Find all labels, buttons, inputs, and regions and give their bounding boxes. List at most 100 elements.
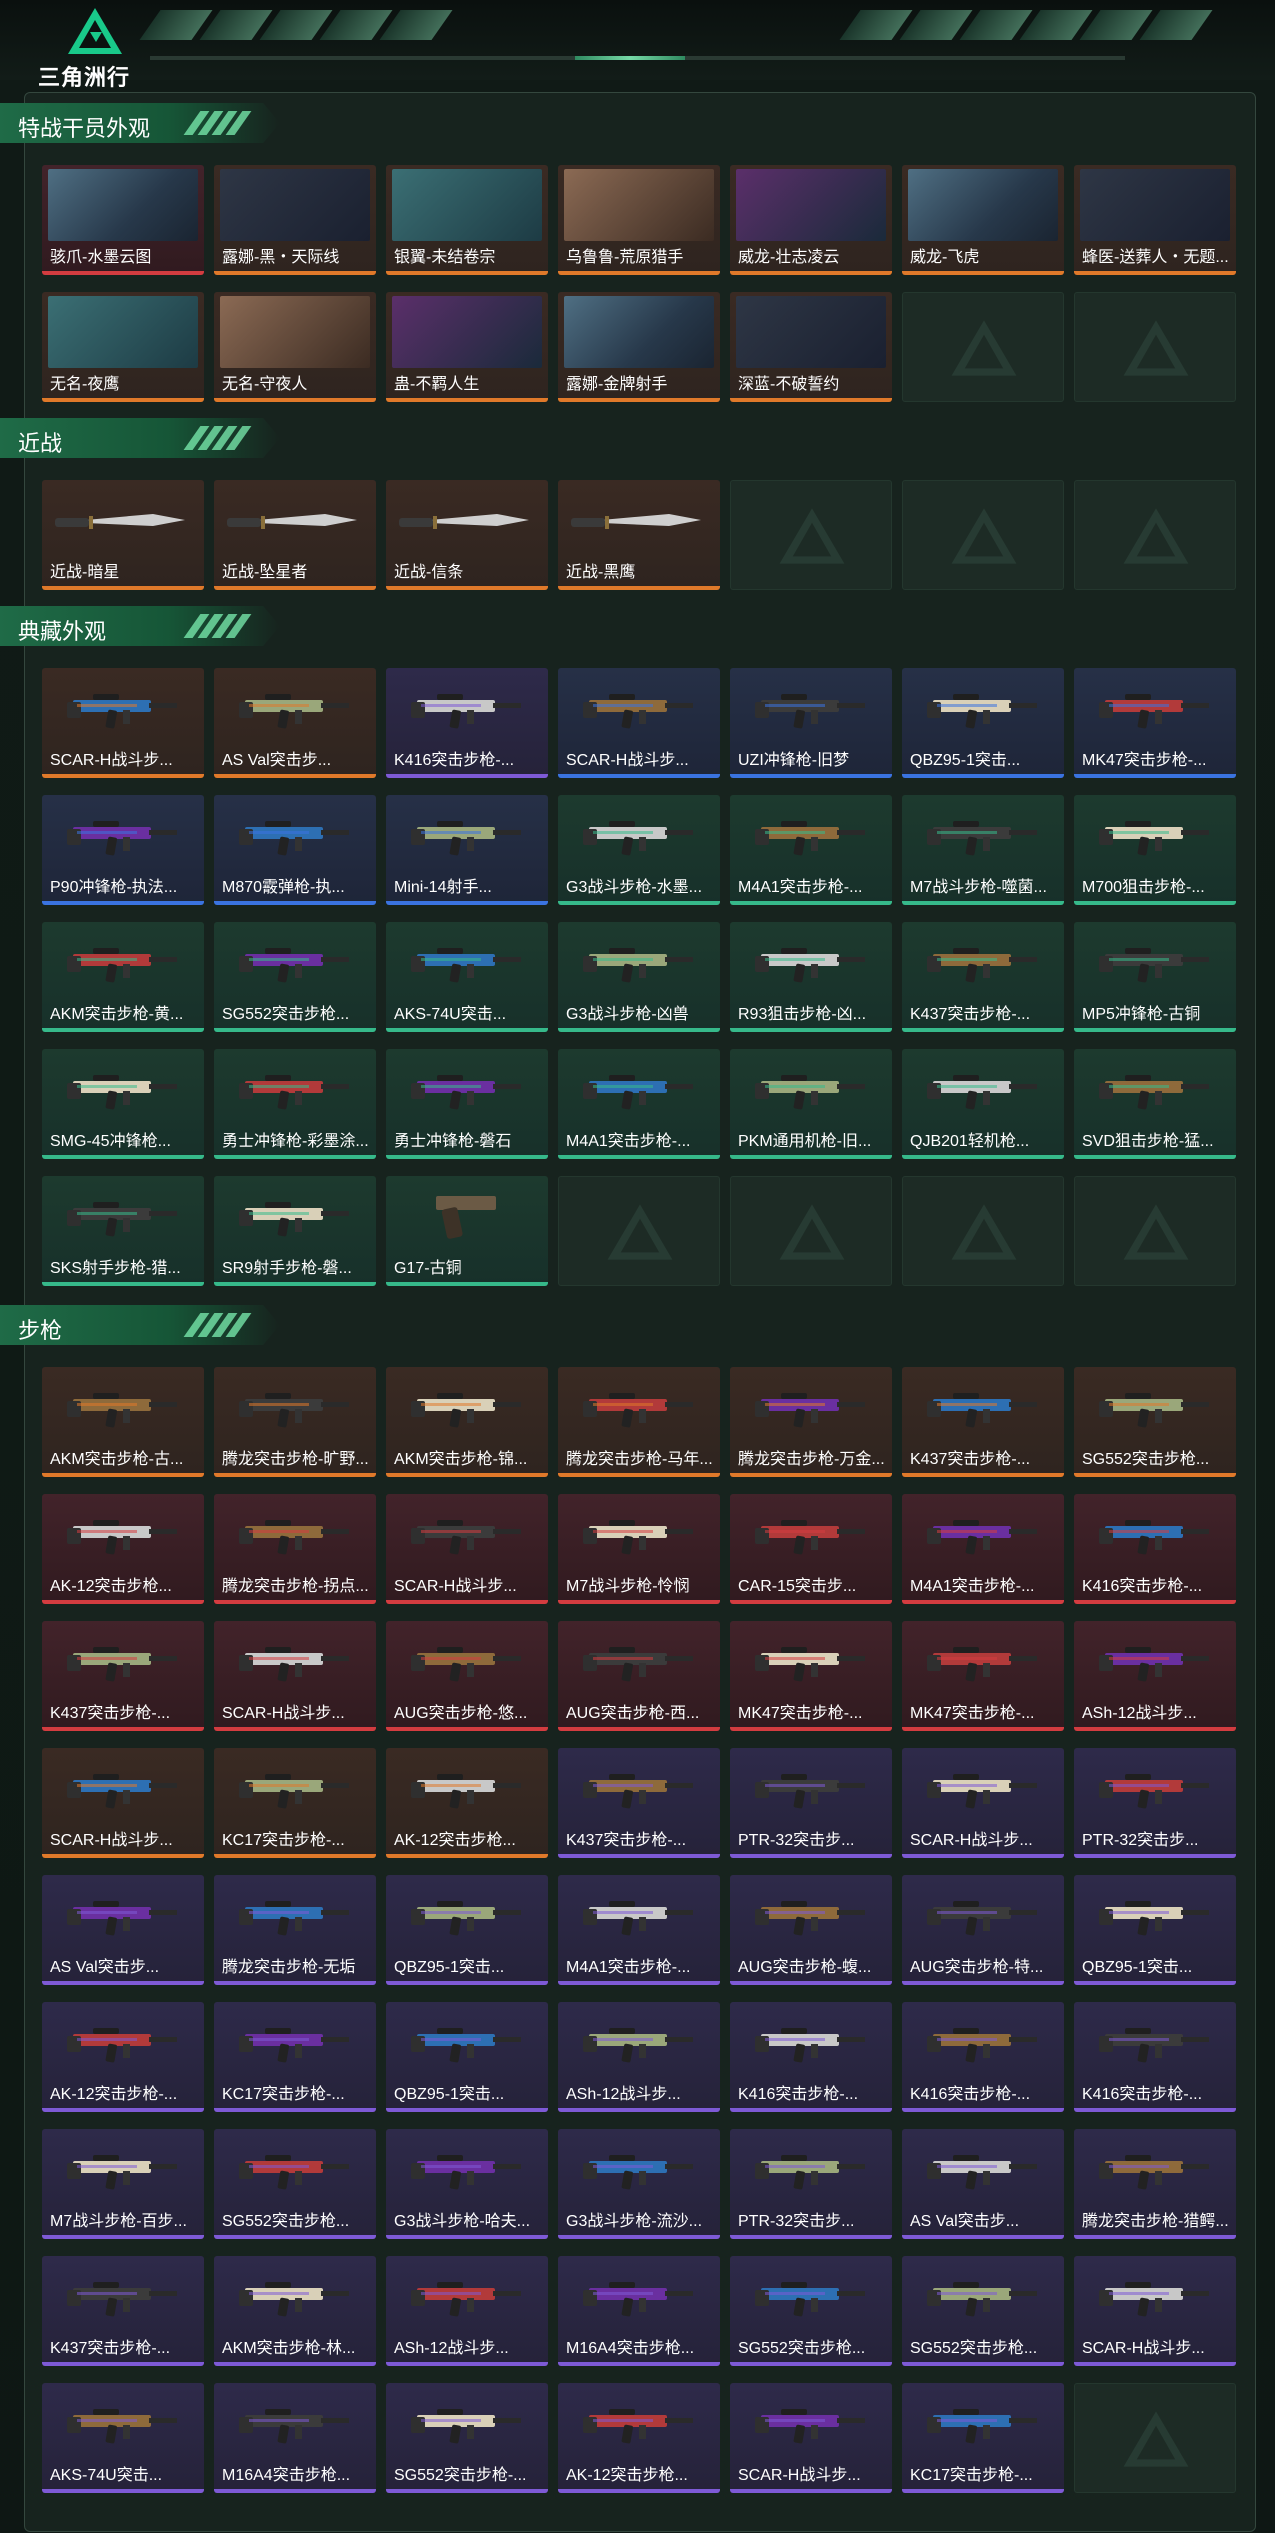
item-card[interactable]: MK47突击步枪-... xyxy=(902,1621,1064,1731)
item-card[interactable]: QBZ95-1突击... xyxy=(1074,1875,1236,1985)
item-card[interactable]: K437突击步枪-... xyxy=(902,1367,1064,1477)
item-card[interactable]: 勇士冲锋枪-彩墨涂... xyxy=(214,1049,376,1159)
item-card[interactable]: SG552突击步枪-... xyxy=(386,2383,548,2493)
item-card[interactable]: AKS-74U突击... xyxy=(386,922,548,1032)
item-card[interactable]: SCAR-H战斗步... xyxy=(42,668,204,778)
item-card[interactable]: 无名-守夜人 xyxy=(214,292,376,402)
item-card[interactable]: CAR-15突击步... xyxy=(730,1494,892,1604)
item-card[interactable]: PTR-32突击步... xyxy=(730,1748,892,1858)
item-card[interactable]: UZI冲锋枪-旧梦 xyxy=(730,668,892,778)
item-card[interactable]: 蛊-不羁人生 xyxy=(386,292,548,402)
item-card[interactable]: 无名-夜鹰 xyxy=(42,292,204,402)
item-card[interactable]: SCAR-H战斗步... xyxy=(558,668,720,778)
item-card[interactable]: 威龙-飞虎 xyxy=(902,165,1064,275)
item-card[interactable]: QJB201轻机枪... xyxy=(902,1049,1064,1159)
item-card[interactable]: KC17突击步枪-... xyxy=(214,1748,376,1858)
item-card[interactable]: AK-12突击步枪-... xyxy=(42,2002,204,2112)
item-card[interactable]: 腾龙突击步枪-马年... xyxy=(558,1367,720,1477)
item-card[interactable]: PTR-32突击步... xyxy=(730,2129,892,2239)
item-card[interactable]: K437突击步枪-... xyxy=(42,2256,204,2366)
item-card[interactable]: 露娜-黑・天际线 xyxy=(214,165,376,275)
item-card[interactable]: PTR-32突击步... xyxy=(1074,1748,1236,1858)
item-card[interactable]: MK47突击步枪-... xyxy=(730,1621,892,1731)
item-card[interactable]: M7战斗步枪-噬菌... xyxy=(902,795,1064,905)
item-card[interactable]: R93狙击步枪-凶... xyxy=(730,922,892,1032)
item-card[interactable]: QBZ95-1突击... xyxy=(902,668,1064,778)
item-card[interactable]: AUG突击步枪-特... xyxy=(902,1875,1064,1985)
item-card[interactable]: 腾龙突击步枪-拐点... xyxy=(214,1494,376,1604)
item-card[interactable]: 威龙-壮志凌云 xyxy=(730,165,892,275)
item-card[interactable]: M4A1突击步枪-... xyxy=(902,1494,1064,1604)
item-card[interactable]: K416突击步枪-... xyxy=(386,668,548,778)
item-card[interactable]: SCAR-H战斗步... xyxy=(386,1494,548,1604)
item-card[interactable]: SG552突击步枪... xyxy=(214,2129,376,2239)
item-card[interactable]: 深蓝-不破誓约 xyxy=(730,292,892,402)
item-card[interactable]: AK-12突击步枪... xyxy=(42,1494,204,1604)
item-card[interactable]: SG552突击步枪... xyxy=(730,2256,892,2366)
item-card[interactable]: 近战-信条 xyxy=(386,480,548,590)
item-card[interactable]: SKS射手步枪-猎... xyxy=(42,1176,204,1286)
item-card[interactable]: 银翼-未结卷宗 xyxy=(386,165,548,275)
item-card[interactable]: 腾龙突击步枪-猎鳄... xyxy=(1074,2129,1236,2239)
item-card[interactable]: QBZ95-1突击... xyxy=(386,1875,548,1985)
item-card[interactable]: M7战斗步枪-百步... xyxy=(42,2129,204,2239)
item-card[interactable]: AUG突击步枪-蝮... xyxy=(730,1875,892,1985)
item-card[interactable]: AK-12突击步枪... xyxy=(386,1748,548,1858)
item-card[interactable]: SG552突击步枪... xyxy=(902,2256,1064,2366)
item-card[interactable]: ASh-12战斗步... xyxy=(558,2002,720,2112)
item-card[interactable]: SR9射手步枪-磐... xyxy=(214,1176,376,1286)
item-card[interactable]: SG552突击步枪... xyxy=(1074,1367,1236,1477)
item-card[interactable]: AKM突击步枪-古... xyxy=(42,1367,204,1477)
item-card[interactable]: K437突击步枪-... xyxy=(902,922,1064,1032)
item-card[interactable]: M16A4突击步枪... xyxy=(558,2256,720,2366)
item-card[interactable]: 腾龙突击步枪-旷野... xyxy=(214,1367,376,1477)
item-card[interactable]: M4A1突击步枪-... xyxy=(558,1875,720,1985)
item-card[interactable]: AKS-74U突击... xyxy=(42,2383,204,2493)
item-card[interactable]: G3战斗步枪-凶兽 xyxy=(558,922,720,1032)
item-card[interactable]: K437突击步枪-... xyxy=(558,1748,720,1858)
item-card[interactable]: SCAR-H战斗步... xyxy=(730,2383,892,2493)
item-card[interactable]: SVD狙击步枪-猛... xyxy=(1074,1049,1236,1159)
item-card[interactable]: PKM通用机枪-旧... xyxy=(730,1049,892,1159)
item-card[interactable]: AS Val突击步... xyxy=(214,668,376,778)
item-card[interactable]: M7战斗步枪-怜悯 xyxy=(558,1494,720,1604)
item-card[interactable]: Mini-14射手... xyxy=(386,795,548,905)
item-card[interactable]: MK47突击步枪-... xyxy=(1074,668,1236,778)
item-card[interactable]: AKM突击步枪-锦... xyxy=(386,1367,548,1477)
item-card[interactable]: 近战-暗星 xyxy=(42,480,204,590)
item-card[interactable]: 腾龙突击步枪-万金... xyxy=(730,1367,892,1477)
item-card[interactable]: AUG突击步枪-悠... xyxy=(386,1621,548,1731)
item-card[interactable]: SCAR-H战斗步... xyxy=(42,1748,204,1858)
item-card[interactable]: M870霰弹枪-执... xyxy=(214,795,376,905)
item-card[interactable]: KC17突击步枪-... xyxy=(214,2002,376,2112)
item-card[interactable]: AKM突击步枪-林... xyxy=(214,2256,376,2366)
item-card[interactable]: M4A1突击步枪-... xyxy=(558,1049,720,1159)
item-card[interactable]: M4A1突击步枪-... xyxy=(730,795,892,905)
item-card[interactable]: 勇士冲锋枪-磐石 xyxy=(386,1049,548,1159)
item-card[interactable]: K437突击步枪-... xyxy=(42,1621,204,1731)
item-card[interactable]: SCAR-H战斗步... xyxy=(1074,2256,1236,2366)
item-card[interactable]: SMG-45冲锋枪... xyxy=(42,1049,204,1159)
item-card[interactable]: 乌鲁鲁-荒原猎手 xyxy=(558,165,720,275)
item-card[interactable]: G3战斗步枪-水墨... xyxy=(558,795,720,905)
item-card[interactable]: SCAR-H战斗步... xyxy=(214,1621,376,1731)
item-card[interactable]: ASh-12战斗步... xyxy=(1074,1621,1236,1731)
item-card[interactable]: M16A4突击步枪... xyxy=(214,2383,376,2493)
item-card[interactable]: 近战-坠星者 xyxy=(214,480,376,590)
item-card[interactable]: KC17突击步枪-... xyxy=(902,2383,1064,2493)
item-card[interactable]: K416突击步枪-... xyxy=(902,2002,1064,2112)
item-card[interactable]: K416突击步枪-... xyxy=(1074,1494,1236,1604)
item-card[interactable]: ASh-12战斗步... xyxy=(386,2256,548,2366)
item-card[interactable]: AKM突击步枪-黄... xyxy=(42,922,204,1032)
item-card[interactable]: M700狙击步枪-... xyxy=(1074,795,1236,905)
item-card[interactable]: MP5冲锋枪-古铜 xyxy=(1074,922,1236,1032)
item-card[interactable]: SCAR-H战斗步... xyxy=(902,1748,1064,1858)
item-card[interactable]: AS Val突击步... xyxy=(42,1875,204,1985)
item-card[interactable]: G3战斗步枪-流沙... xyxy=(558,2129,720,2239)
item-card[interactable]: AS Val突击步... xyxy=(902,2129,1064,2239)
item-card[interactable]: K416突击步枪-... xyxy=(1074,2002,1236,2112)
item-card[interactable]: AUG突击步枪-西... xyxy=(558,1621,720,1731)
item-card[interactable]: K416突击步枪-... xyxy=(730,2002,892,2112)
item-card[interactable]: SG552突击步枪... xyxy=(214,922,376,1032)
item-card[interactable]: QBZ95-1突击... xyxy=(386,2002,548,2112)
